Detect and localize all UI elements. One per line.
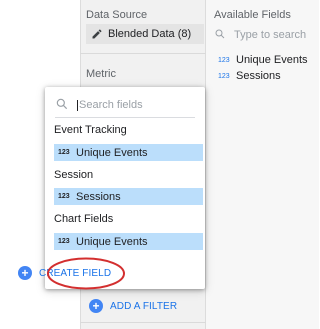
search-icon — [55, 97, 69, 114]
search-underline — [55, 117, 195, 118]
number-type-icon: 123 — [218, 72, 230, 80]
field-chip-name: Sessions — [76, 190, 121, 203]
available-fields-search-placeholder: Type to search — [234, 29, 307, 41]
search-icon — [214, 28, 226, 43]
pencil-icon[interactable] — [86, 24, 108, 44]
data-source-name: Blended Data (8) — [108, 28, 192, 40]
field-picker-popup: Search fields Event Tracking 123 Unique … — [45, 87, 205, 289]
available-field-item[interactable]: 123 Unique Events — [218, 53, 308, 67]
available-field-name: Unique Events — [236, 54, 308, 66]
field-chip-unique-events-chart[interactable]: 123 Unique Events — [54, 233, 203, 250]
available-fields-title: Available Fields — [214, 9, 291, 21]
metric-label: Metric — [86, 68, 116, 80]
create-field-label: CREATE FIELD — [39, 267, 112, 279]
panel-divider-bottom — [80, 322, 206, 323]
available-field-item[interactable]: 123 Sessions — [218, 69, 281, 83]
create-field-button[interactable]: + CREATE FIELD — [18, 262, 111, 284]
field-search-input[interactable]: Search fields — [55, 96, 195, 114]
plus-circle-icon: + — [89, 299, 103, 313]
text-caret — [77, 99, 78, 111]
group-label-session: Session — [54, 169, 94, 181]
panel-divider — [80, 53, 206, 54]
data-source-label: Data Source — [86, 9, 148, 21]
field-chip-name: Unique Events — [76, 146, 148, 159]
available-fields-search[interactable]: Type to search — [214, 26, 314, 44]
field-chip-sessions[interactable]: 123 Sessions — [54, 188, 203, 205]
available-field-name: Sessions — [236, 70, 281, 82]
number-type-icon: 123 — [58, 238, 70, 245]
field-chip-name: Unique Events — [76, 235, 148, 248]
number-type-icon: 123 — [218, 56, 230, 64]
field-search-placeholder: Search fields — [79, 99, 143, 111]
number-type-icon: 123 — [58, 193, 70, 200]
add-filter-label: ADD A FILTER — [110, 300, 178, 312]
add-filter-button[interactable]: + ADD A FILTER — [89, 297, 177, 315]
field-chip-unique-events[interactable]: 123 Unique Events — [54, 144, 203, 161]
group-label-event-tracking: Event Tracking — [54, 124, 127, 136]
available-fields-panel — [206, 0, 319, 329]
plus-circle-icon: + — [18, 266, 32, 280]
data-source-selector[interactable]: Blended Data (8) — [86, 24, 204, 44]
number-type-icon: 123 — [58, 149, 70, 156]
group-label-chart-fields: Chart Fields — [54, 213, 114, 225]
